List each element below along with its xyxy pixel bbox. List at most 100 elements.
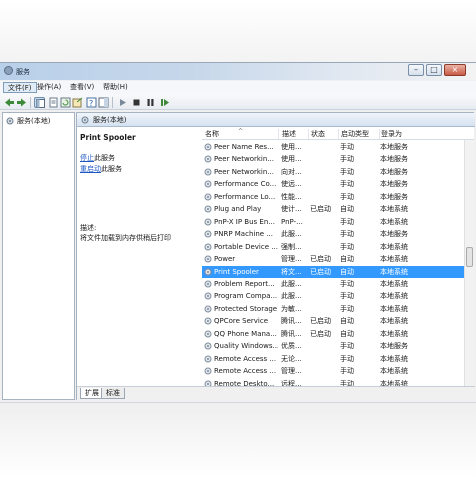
- stop-service-row: 停止此服务: [80, 153, 115, 163]
- column-headers: ^ 名称 描述 状态 启动类型 登录为: [202, 127, 474, 140]
- tree-item-services-local[interactable]: 服务(本地): [6, 116, 50, 126]
- service-logon-cell: 本地系统: [380, 304, 408, 313]
- help-icon[interactable]: ?: [86, 97, 97, 108]
- service-startup-cell: 手动: [340, 155, 354, 164]
- service-startup-cell: 手动: [340, 217, 354, 226]
- service-description-cell: 强制...: [281, 242, 302, 251]
- menu-file[interactable]: 文件(F): [3, 82, 37, 93]
- service-gear-icon: [204, 218, 212, 226]
- service-startup-cell: 手动: [340, 354, 354, 363]
- service-logon-cell: 本地系统: [380, 255, 408, 264]
- service-gear-icon: [204, 268, 212, 275]
- service-startup-cell: 自动: [340, 205, 354, 214]
- service-gear-icon: [204, 205, 212, 213]
- service-logon-cell: 本地服务: [380, 192, 408, 201]
- column-header-logon-as[interactable]: 登录为: [380, 129, 420, 139]
- service-startup-cell: 手动: [340, 292, 354, 301]
- tree-item-label: 服务(本地): [17, 117, 51, 125]
- refresh-icon[interactable]: [60, 97, 71, 108]
- console-tree-icon[interactable]: [34, 97, 45, 108]
- service-startup-cell: 自动: [340, 329, 354, 338]
- services-gear-icon: [81, 116, 89, 123]
- table-row[interactable]: QPCore Service 腾讯... 已启动 自动 本地系统: [202, 315, 464, 327]
- service-logon-cell: 本地系统: [380, 329, 408, 338]
- table-row[interactable]: Protected Storage 为敏... 手动 本地系统: [202, 303, 464, 315]
- table-row[interactable]: Remote Deskto... 远程... 手动 本地系统: [202, 378, 464, 386]
- stop-service-link[interactable]: 停止: [80, 154, 94, 162]
- service-startup-cell: 手动: [340, 342, 354, 351]
- service-description-cell: 腾讯...: [281, 329, 302, 338]
- selected-service-name: Print Spooler: [80, 133, 136, 142]
- service-name-cell: QQ Phone Mana...: [204, 328, 278, 340]
- menu-view[interactable]: 查看(V): [66, 82, 98, 93]
- description-label: 描述:: [80, 224, 97, 232]
- column-header-description[interactable]: 描述: [281, 129, 309, 139]
- service-name-cell: Remote Deskto...: [204, 378, 278, 386]
- table-row[interactable]: Performance Lo... 性能... 手动 本地服务: [202, 191, 464, 203]
- service-startup-cell: 自动: [340, 255, 354, 264]
- table-row[interactable]: Plug and Play 使计... 已启动 自动 本地系统: [202, 203, 464, 215]
- show-pane-icon[interactable]: [98, 97, 109, 108]
- service-name-cell: Remote Access ...: [204, 353, 278, 365]
- table-row[interactable]: QQ Phone Mana... 腾讯... 已启动 自动 本地系统: [202, 328, 464, 340]
- table-row[interactable]: PNRP Machine ... 此服... 手动 本地服务: [202, 228, 464, 240]
- table-row[interactable]: Peer Networkin... 向对... 手动 本地服务: [202, 166, 464, 178]
- service-status-cell: 已启动: [310, 205, 331, 214]
- service-logon-cell: 本地系统: [380, 242, 408, 251]
- menu-action[interactable]: 操作(A): [33, 82, 65, 93]
- service-logon-cell: 本地系统: [380, 379, 408, 386]
- service-description-cell: 使用...: [281, 143, 302, 151]
- table-row[interactable]: Problem Report... 此服... 手动 本地系统: [202, 278, 464, 290]
- restart-service-icon[interactable]: [159, 97, 170, 108]
- service-name-cell: Remote Access ...: [204, 365, 278, 377]
- window-title: 服务: [16, 68, 30, 76]
- service-logon-cell: 本地服务: [380, 167, 408, 176]
- table-row[interactable]: Performance Co... 使远... 手动 本地服务: [202, 178, 464, 190]
- table-row[interactable]: Print Spooler 将文... 已启动 自动 本地系统: [202, 265, 464, 278]
- table-row[interactable]: Peer Networkin... 使用... 手动 本地服务: [202, 153, 464, 165]
- service-logon-cell: 本地系统: [380, 279, 408, 288]
- start-service-icon[interactable]: [117, 97, 128, 108]
- stop-service-icon[interactable]: [131, 97, 142, 108]
- restart-service-link[interactable]: 重启动: [80, 165, 101, 173]
- scrollbar-thumb[interactable]: [466, 247, 473, 267]
- table-row[interactable]: Portable Device ... 强制... 手动 本地系统: [202, 241, 464, 253]
- pause-service-icon[interactable]: [145, 97, 156, 108]
- minimize-button[interactable]: –: [408, 64, 424, 76]
- vertical-scrollbar[interactable]: [464, 140, 474, 386]
- table-row[interactable]: PnP-X IP Bus En... PnP-... 手动 本地系统: [202, 216, 464, 228]
- export-list-icon[interactable]: [72, 97, 83, 108]
- service-gear-icon: [204, 367, 212, 375]
- table-row[interactable]: Program Compa... 此服... 手动 本地系统: [202, 290, 464, 302]
- table-row[interactable]: Quality Windows... 优质... 手动 本地服务: [202, 340, 464, 352]
- svg-text:?: ?: [89, 99, 93, 108]
- column-header-name[interactable]: ^ 名称: [204, 128, 279, 139]
- service-description-cell: 向对...: [281, 167, 302, 176]
- service-logon-cell: 本地服务: [380, 143, 408, 151]
- service-startup-cell: 手动: [340, 167, 354, 176]
- column-header-status[interactable]: 状态: [310, 129, 339, 139]
- tab-standard[interactable]: 标准: [101, 388, 125, 399]
- console-tree: 服务(本地): [2, 112, 75, 400]
- service-description-cell: PnP-...: [281, 217, 303, 226]
- service-name-cell: Program Compa...: [204, 290, 278, 302]
- view-tabs: 扩展 标准: [77, 386, 475, 400]
- service-gear-icon: [204, 155, 212, 163]
- table-row[interactable]: Power 管理... 已启动 自动 本地系统: [202, 253, 464, 265]
- back-arrow-icon[interactable]: [4, 97, 15, 108]
- close-button[interactable]: ×: [444, 64, 466, 76]
- properties-icon[interactable]: [48, 97, 59, 108]
- main-header-title: 服务(本地): [93, 115, 127, 124]
- menu-help[interactable]: 帮助(H): [99, 82, 132, 93]
- table-row[interactable]: Remote Access ... 无论... 手动 本地系统: [202, 353, 464, 365]
- service-startup-cell: 手动: [340, 242, 354, 251]
- column-header-startup-type[interactable]: 启动类型: [340, 129, 380, 139]
- title-bar[interactable]: 服务 – □ ×: [0, 63, 476, 80]
- table-row[interactable]: Remote Access ... 管理... 手动 本地系统: [202, 365, 464, 377]
- sort-ascending-icon: ^: [238, 128, 244, 135]
- service-startup-cell: 自动: [340, 267, 354, 276]
- service-gear-icon: [204, 255, 212, 263]
- table-row[interactable]: Peer Name Res... 使用... 手动 本地服务: [202, 141, 464, 153]
- maximize-button[interactable]: □: [426, 64, 442, 76]
- forward-arrow-icon[interactable]: [16, 97, 27, 108]
